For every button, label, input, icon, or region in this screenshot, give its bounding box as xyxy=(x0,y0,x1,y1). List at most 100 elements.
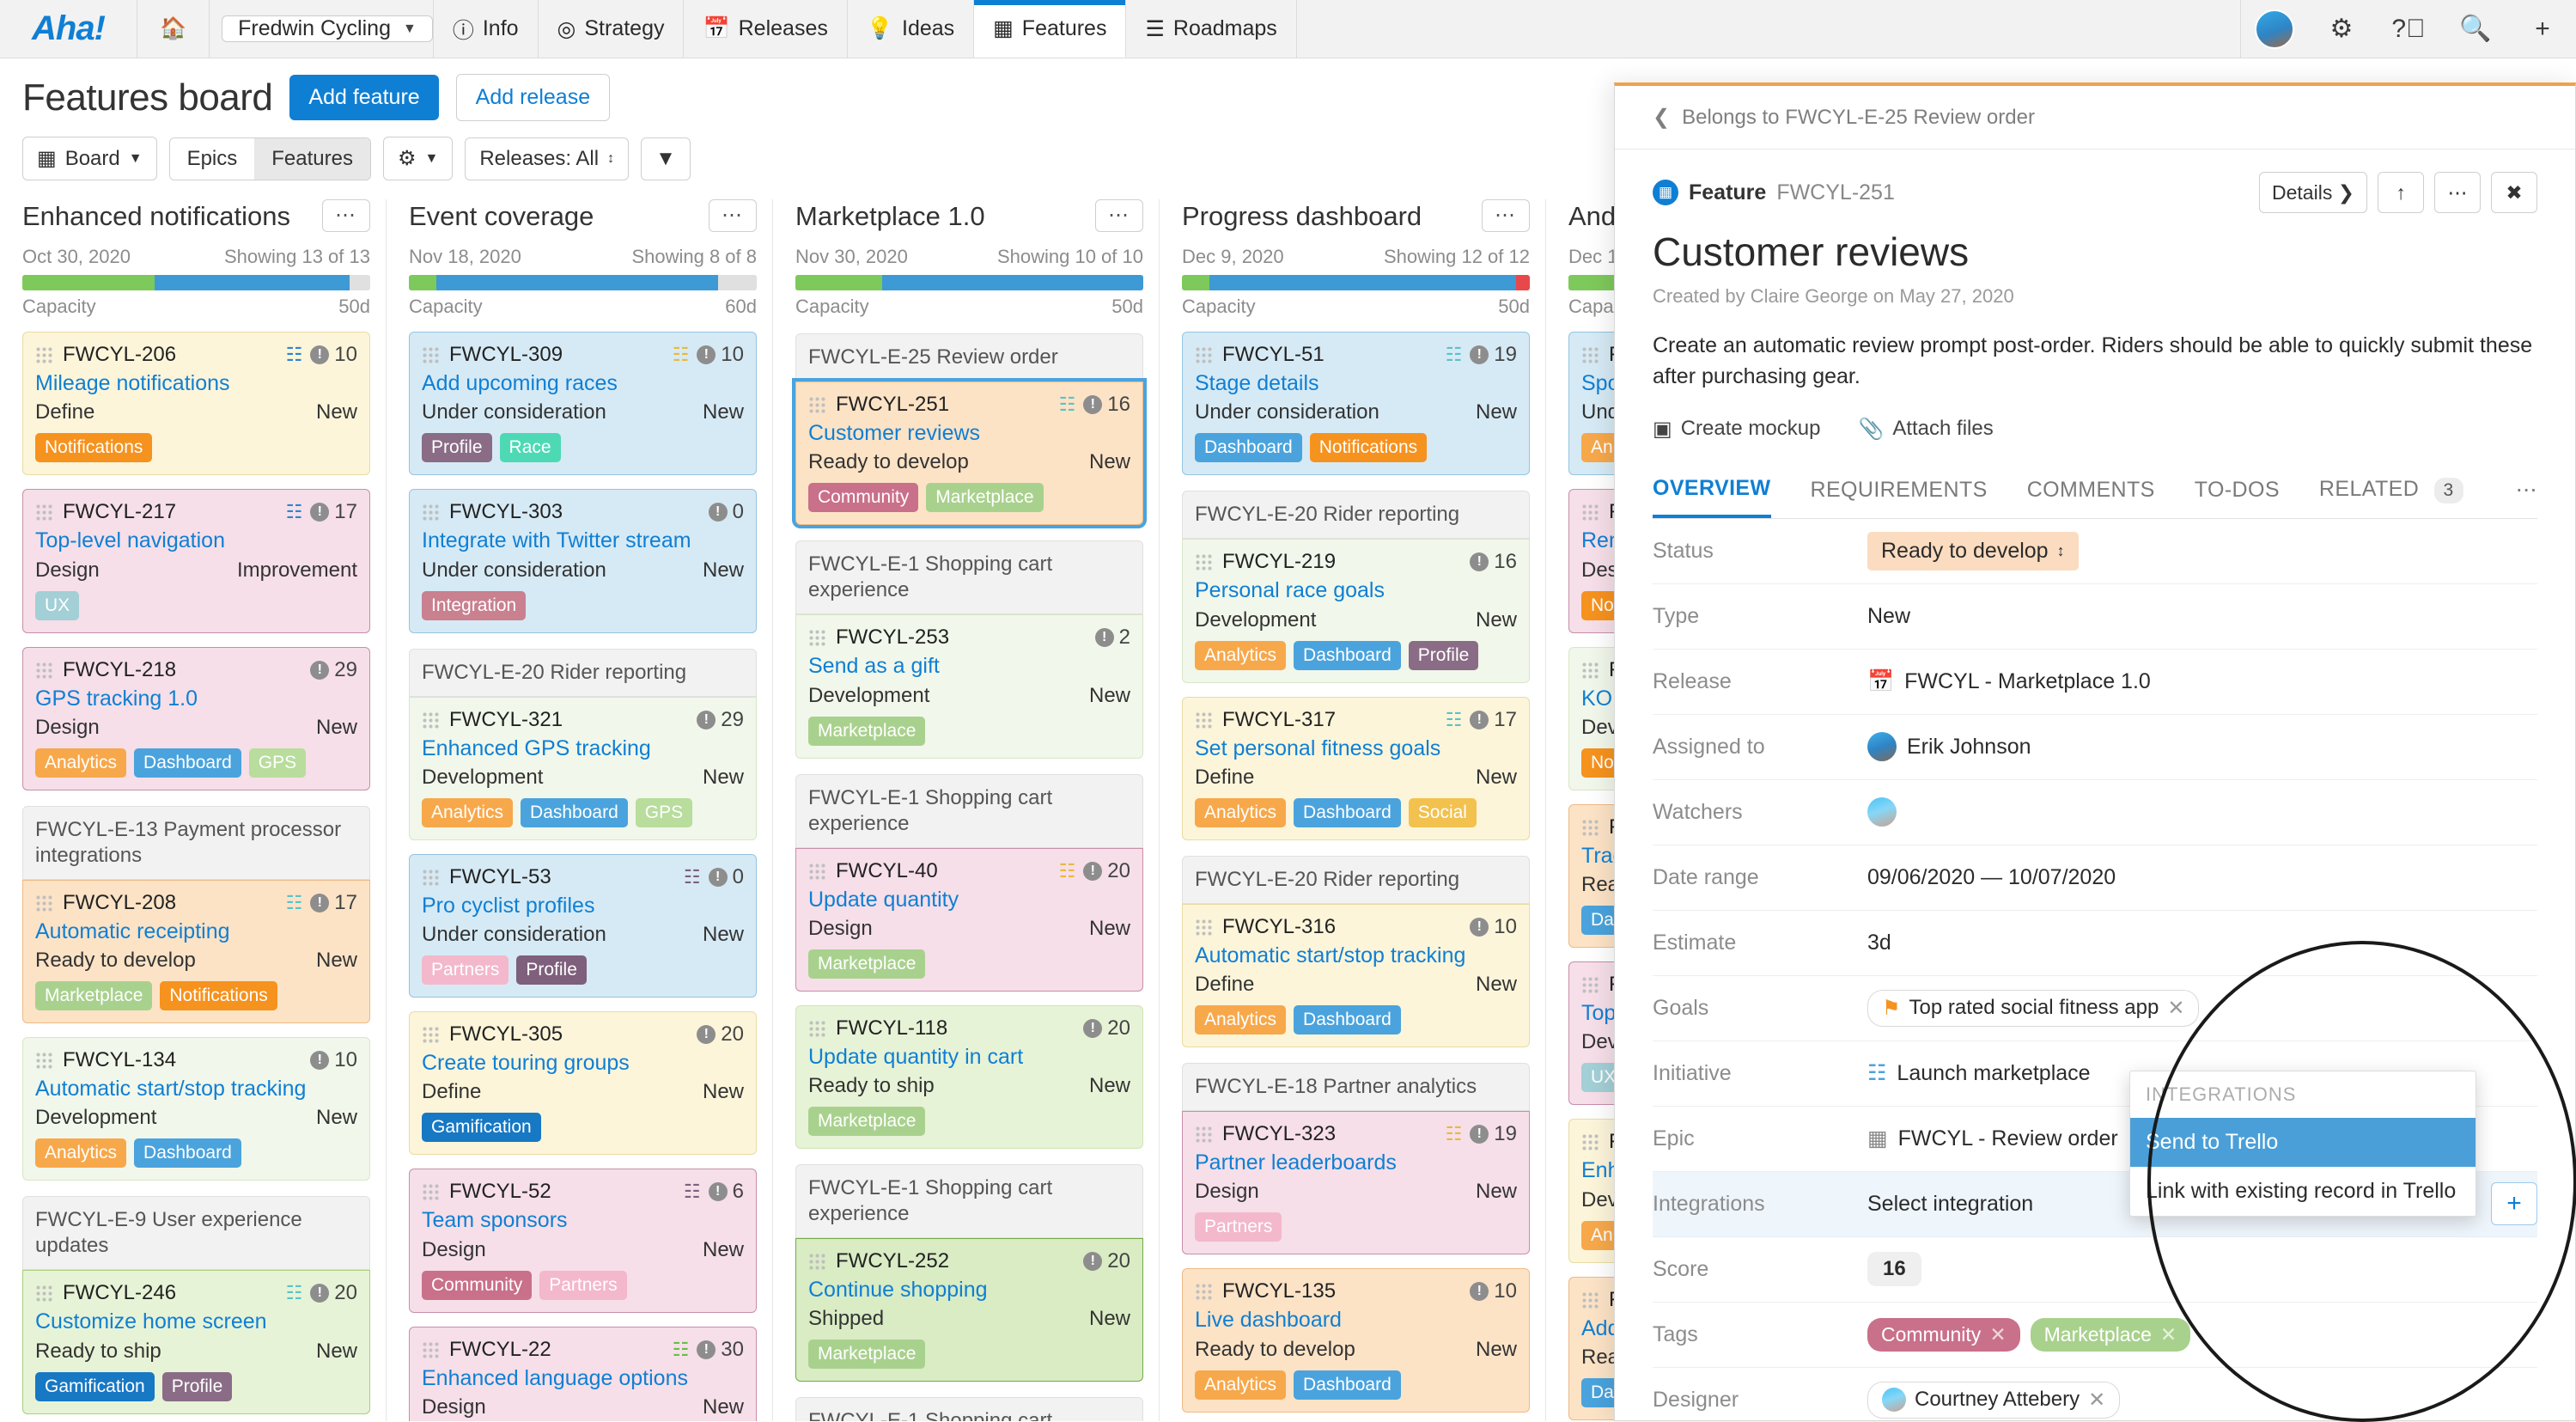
feature-card[interactable]: FWCYL-53☷!0Pro cyclist profilesUnder con… xyxy=(409,854,757,998)
drag-handle-icon[interactable] xyxy=(422,346,439,363)
drag-handle-icon[interactable] xyxy=(422,1183,439,1200)
feature-card[interactable]: FWCYL-118!20Update quantity in cartReady… xyxy=(795,1005,1143,1149)
card-tag[interactable]: Marketplace xyxy=(808,1340,925,1369)
feature-card[interactable]: FWCYL-317☷!17Set personal fitness goalsD… xyxy=(1182,697,1530,840)
card-tag[interactable]: Dashboard xyxy=(134,748,241,778)
card-tag[interactable]: Social xyxy=(1409,798,1477,827)
card-tag[interactable]: Marketplace xyxy=(808,949,925,979)
card-title[interactable]: Partner leaderboards xyxy=(1195,1150,1517,1176)
feature-card[interactable]: FWCYL-51☷!19Stage detailsUnder considera… xyxy=(1182,332,1530,475)
nav-features[interactable]: ▦ Features xyxy=(974,0,1126,58)
card-tag[interactable]: Dashboard xyxy=(134,1138,241,1168)
drag-handle-icon[interactable] xyxy=(422,503,439,521)
avatar[interactable] xyxy=(1867,797,1897,827)
remove-icon[interactable]: ✕ xyxy=(2160,1323,2177,1346)
gear-icon[interactable]: ⚙ xyxy=(2308,0,2375,58)
feature-card[interactable]: FWCYL-22☷!30Enhanced language optionsDes… xyxy=(409,1327,757,1422)
feature-card[interactable]: FWCYL-218!29GPS tracking 1.0DesignNewAna… xyxy=(22,647,370,790)
card-title[interactable]: Personal race goals xyxy=(1195,577,1517,604)
card-title[interactable]: Add upcoming races xyxy=(422,370,744,397)
breadcrumb[interactable]: ❮ Belongs to FWCYL-E-25 Review order xyxy=(1615,86,2575,150)
drag-handle-icon[interactable] xyxy=(1195,1283,1212,1300)
epic-group-header[interactable]: FWCYL-E-1 Shopping cart experience xyxy=(795,540,1143,614)
card-title[interactable]: Team sponsors xyxy=(422,1207,744,1234)
tab-related[interactable]: RELATED 3 xyxy=(2319,477,2463,517)
card-title[interactable]: Send as a gift xyxy=(808,653,1130,680)
feature-card[interactable]: FWCYL-305!20Create touring groupsDefineN… xyxy=(409,1011,757,1155)
card-title[interactable]: Top-level navigation xyxy=(35,528,357,554)
integration-select[interactable]: Select integration xyxy=(1867,1192,2033,1217)
card-title[interactable]: Set personal fitness goals xyxy=(1195,735,1517,762)
card-tag[interactable]: Partners xyxy=(422,955,509,985)
card-title[interactable]: Stage details xyxy=(1195,370,1517,397)
card-tag[interactable]: GPS xyxy=(636,798,692,827)
drag-handle-icon[interactable] xyxy=(1581,662,1599,679)
card-tag[interactable]: Dashboard xyxy=(1294,641,1401,670)
card-title[interactable]: Automatic start/stop tracking xyxy=(1195,943,1517,969)
feature-card[interactable]: FWCYL-323☷!19Partner leaderboardsDesignN… xyxy=(1182,1111,1530,1254)
plus-icon[interactable]: + xyxy=(2509,0,2576,58)
drag-handle-icon[interactable] xyxy=(35,662,52,679)
card-tag[interactable]: Analytics xyxy=(35,748,126,778)
card-tag[interactable]: Analytics xyxy=(422,798,513,827)
card-tag[interactable]: Profile xyxy=(516,955,587,985)
drag-handle-icon[interactable] xyxy=(808,396,825,413)
drag-handle-icon[interactable] xyxy=(1195,1126,1212,1143)
drag-handle-icon[interactable] xyxy=(35,346,52,363)
epic-group-header[interactable]: FWCYL-E-9 User experience updates xyxy=(22,1196,370,1270)
feature-card[interactable]: FWCYL-253!2Send as a giftDevelopmentNewM… xyxy=(795,614,1143,758)
card-tag[interactable]: Notifications xyxy=(160,981,277,1010)
epic-group-header[interactable]: FWCYL-E-18 Partner analytics xyxy=(1182,1063,1530,1111)
tag-chip[interactable]: Community ✕ xyxy=(1867,1318,2020,1352)
field-estimate-value[interactable]: 3d xyxy=(1867,931,1891,955)
epic-group-header[interactable]: FWCYL-E-20 Rider reporting xyxy=(1182,491,1530,539)
card-tag[interactable]: Profile xyxy=(422,433,492,462)
card-tag[interactable]: Notifications xyxy=(35,433,152,462)
card-tag[interactable]: UX xyxy=(35,591,79,620)
details-button[interactable]: Details ❯ xyxy=(2259,172,2367,213)
drag-handle-icon[interactable] xyxy=(1581,819,1599,836)
attach-files-link[interactable]: 📎 Attach files xyxy=(1858,417,1993,442)
card-tag[interactable]: Marketplace xyxy=(808,717,925,746)
card-tag[interactable]: Analytics xyxy=(1195,641,1286,670)
field-initiative-value[interactable]: Launch marketplace xyxy=(1897,1061,2090,1086)
drag-handle-icon[interactable] xyxy=(422,869,439,886)
card-tag[interactable]: Profile xyxy=(1409,641,1479,670)
add-integration-button[interactable]: + xyxy=(2491,1182,2537,1225)
epic-group-header[interactable]: FWCYL-E-1 Shopping cart experience xyxy=(795,774,1143,848)
feature-card[interactable]: FWCYL-303!0Integrate with Twitter stream… xyxy=(409,489,757,632)
card-tag[interactable]: Analytics xyxy=(35,1138,126,1168)
add-release-button[interactable]: Add release xyxy=(456,74,610,121)
feature-card[interactable]: FWCYL-134!10Automatic start/stop trackin… xyxy=(22,1037,370,1181)
remove-icon[interactable]: ✕ xyxy=(2167,996,2184,1021)
feature-card[interactable]: FWCYL-251☷!16Customer reviewsReady to de… xyxy=(795,381,1143,525)
drag-handle-icon[interactable] xyxy=(1581,1133,1599,1150)
field-date-range-value[interactable]: 09/06/2020 — 10/07/2020 xyxy=(1867,865,2116,890)
drag-handle-icon[interactable] xyxy=(1581,976,1599,993)
card-title[interactable]: Update quantity in cart xyxy=(808,1044,1130,1071)
card-tag[interactable]: GPS xyxy=(249,748,306,778)
epic-group-header[interactable]: FWCYL-E-20 Rider reporting xyxy=(409,649,757,697)
card-title[interactable]: Automatic receipting xyxy=(35,919,357,945)
card-tag[interactable]: Profile xyxy=(162,1372,233,1401)
field-epic-value[interactable]: FWCYL - Review order xyxy=(1898,1126,2118,1151)
field-type-value[interactable]: New xyxy=(1867,604,1910,629)
create-mockup-link[interactable]: ▣ Create mockup xyxy=(1653,417,1820,442)
help-icon[interactable]: ?⃝ xyxy=(2375,0,2442,58)
remove-icon[interactable]: ✕ xyxy=(1989,1323,2006,1346)
share-button[interactable]: ↑ xyxy=(2378,172,2424,213)
aha-logo[interactable]: Aha! xyxy=(0,0,137,58)
drag-handle-icon[interactable] xyxy=(808,1253,825,1270)
card-tag[interactable]: Dashboard xyxy=(1195,433,1302,462)
card-tag[interactable]: Analytics xyxy=(1195,1005,1286,1034)
search-icon[interactable]: 🔍 xyxy=(2442,0,2509,58)
feature-card[interactable]: FWCYL-217☷!17Top-level navigationDesignI… xyxy=(22,489,370,632)
feature-card[interactable]: FWCYL-309☷!10Add upcoming racesUnder con… xyxy=(409,332,757,475)
card-tag[interactable]: Marketplace xyxy=(808,1107,925,1136)
epic-group-header[interactable]: FWCYL-E-20 Rider reporting xyxy=(1182,856,1530,904)
field-assigned-value[interactable]: Erik Johnson xyxy=(1907,735,2031,760)
card-tag[interactable]: Community xyxy=(808,483,918,512)
feature-card[interactable]: FWCYL-252!20Continue shoppingShippedNewM… xyxy=(795,1238,1143,1382)
integration-option-link-existing[interactable]: Link with existing record in Trello xyxy=(2130,1167,2476,1216)
drag-handle-icon[interactable] xyxy=(1195,346,1212,363)
